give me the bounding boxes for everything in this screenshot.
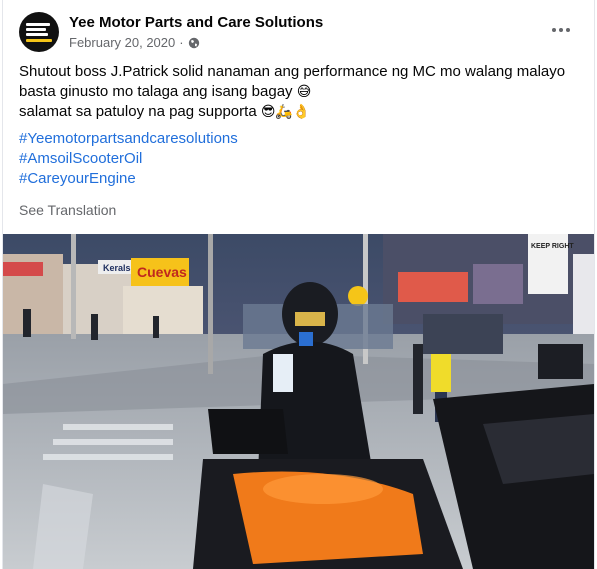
globe-icon[interactable]: [188, 37, 200, 49]
more-options-button[interactable]: [543, 16, 579, 44]
store-small-sign: Kerals: [103, 263, 131, 273]
post-text: Shutout boss J.Patrick solid nanaman ang…: [19, 62, 584, 122]
hashtag-link[interactable]: #AmsoilScooterOil: [19, 149, 238, 169]
emoji-group: 😎🛵👌: [260, 104, 311, 120]
post-header: Yee Motor Parts and Care Solutions Febru…: [19, 12, 579, 54]
keep-right-sign: KEEP RIGHT: [531, 243, 574, 250]
see-translation-link[interactable]: See Translation: [19, 202, 116, 218]
post-card: Yee Motor Parts and Care Solutions Febru…: [2, 0, 595, 569]
page-name[interactable]: Yee Motor Parts and Care Solutions: [69, 14, 323, 31]
post-photo[interactable]: Kerals Cuevas KEEP RIGHT: [3, 234, 594, 569]
post-text-line: Shutout boss J.Patrick solid nanaman ang…: [19, 63, 566, 80]
hashtag-list: #Yeemotorpartsandcaresolutions #AmsoilSc…: [19, 129, 238, 189]
hashtag-link[interactable]: #Yeemotorpartsandcaresolutions: [19, 129, 238, 149]
hashtag-link[interactable]: #CareyourEngine: [19, 169, 238, 189]
post-text-line: salamat sa patuloy na pag supporta 😎🛵👌: [19, 103, 311, 120]
page-avatar[interactable]: [19, 12, 59, 52]
photo-scene: Kerals Cuevas KEEP RIGHT: [3, 234, 594, 569]
store-sign: Cuevas: [137, 264, 187, 280]
meta-separator: ·: [179, 35, 184, 50]
more-options-icon: [552, 28, 556, 32]
post-text-line: basta ginusto mo talaga ang isang bagay …: [19, 83, 312, 100]
sweat-smile-emoji: 😅: [296, 84, 312, 100]
post-meta: February 20, 2020 ·: [69, 35, 200, 50]
post-date[interactable]: February 20, 2020: [69, 35, 175, 50]
